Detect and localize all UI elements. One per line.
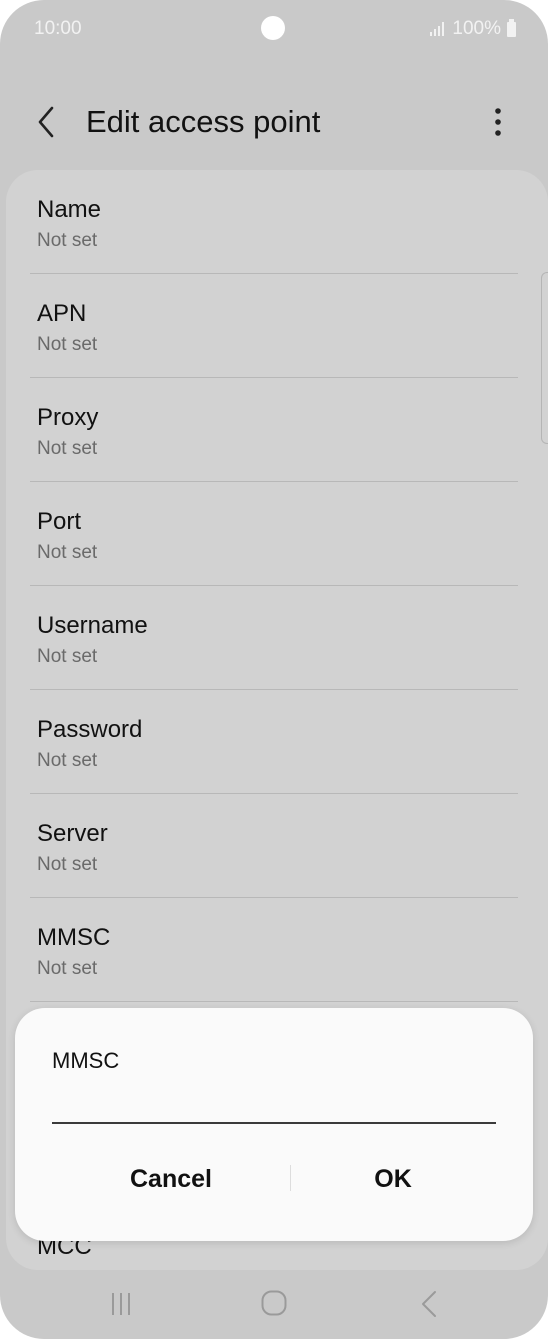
list-item-value: Not set (37, 230, 98, 251)
scrollbar[interactable] (541, 272, 548, 444)
list-item-name[interactable]: Name Not set (30, 170, 518, 274)
list-item-apn[interactable]: APN Not set (30, 274, 518, 378)
list-item-title: Password (37, 716, 143, 743)
mmsc-dialog: MMSC Cancel OK (15, 1008, 533, 1241)
list-item-title: Port (37, 508, 82, 535)
list-item-port[interactable]: Port Not set (30, 482, 518, 586)
back-icon[interactable] (420, 1290, 438, 1318)
list-item-title: APN (37, 300, 87, 327)
signal-icon (430, 22, 445, 36)
list-item-value: Not set (37, 646, 98, 667)
status-time: 10:00 (34, 18, 82, 39)
ok-button[interactable]: OK (273, 1153, 513, 1205)
chevron-left-icon[interactable] (30, 104, 62, 140)
status-bar: 10:00 100% (0, 0, 548, 60)
list-item-value: Not set (37, 750, 98, 771)
list-item-server[interactable]: Server Not set (30, 794, 518, 898)
list-item-value: Not set (37, 438, 98, 459)
navigation-bar (0, 1270, 548, 1339)
list-item-value: Not set (37, 542, 98, 563)
phone-screen: 10:00 100% Edit access point Name Not se… (0, 0, 548, 1339)
list-item-username[interactable]: Username Not set (30, 586, 518, 690)
list-item-title: Username (37, 612, 148, 639)
list-item-value: Not set (37, 334, 98, 355)
list-item-mmsc[interactable]: MMSC Not set (30, 898, 518, 1002)
list-item-value: Not set (37, 958, 98, 979)
app-header: Edit access point (0, 90, 548, 154)
more-vertical-icon[interactable] (484, 102, 512, 142)
front-camera (261, 16, 285, 40)
list-item-title: Proxy (37, 404, 99, 431)
dialog-title: MMSC (52, 1048, 120, 1073)
list-item-value: Not set (37, 854, 98, 875)
page-title: Edit access point (86, 104, 321, 139)
cancel-button[interactable]: Cancel (51, 1153, 291, 1205)
status-indicators: 100% (430, 18, 516, 40)
list-item-password[interactable]: Password Not set (30, 690, 518, 794)
battery-icon (507, 18, 516, 37)
battery-percentage: 100% (452, 18, 501, 39)
dialog-button-row: Cancel OK (15, 1153, 533, 1213)
recents-icon[interactable] (110, 1292, 132, 1316)
home-icon[interactable] (261, 1290, 287, 1316)
divider (30, 1001, 518, 1002)
mmsc-input[interactable] (52, 1088, 496, 1124)
list-item-title: Name (37, 196, 102, 223)
list-item-title: MMSC (37, 924, 111, 951)
list-item-title: Server (37, 820, 108, 847)
list-item-proxy[interactable]: Proxy Not set (30, 378, 518, 482)
